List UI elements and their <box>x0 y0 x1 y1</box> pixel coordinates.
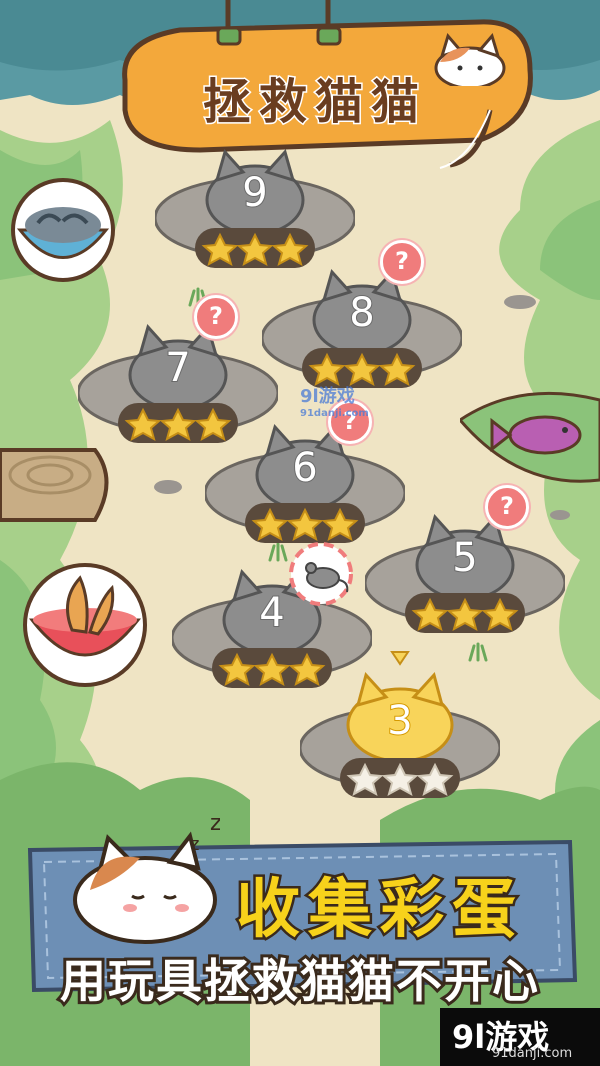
fish-bowl-icon[interactable] <box>8 175 118 285</box>
level-3[interactable]: 3 <box>300 650 500 798</box>
fried-shrimp-bowl-icon[interactable] <box>20 560 150 690</box>
mouse-toy-icon[interactable] <box>285 538 357 610</box>
svg-text:z: z <box>210 811 220 836</box>
level-3-number: 3 <box>386 697 413 745</box>
sleeping-cat-icon: z z <box>73 811 220 944</box>
level-5-number: 5 <box>451 534 478 582</box>
peeking-cat-icon <box>434 32 506 86</box>
watermark-logo-text: 9l游戏 <box>300 386 355 407</box>
banner-headline: 收集彩蛋 <box>234 871 524 950</box>
level-8-number: 8 <box>348 289 375 337</box>
level-7-number: 7 <box>164 344 191 392</box>
level-8-hint-badge[interactable]: ? <box>380 240 424 284</box>
level-7-hint-badge[interactable]: ? <box>194 295 238 339</box>
level-8[interactable]: 8 <box>262 260 462 400</box>
brand-corner: 9l游戏 91danji.com <box>440 1008 600 1066</box>
brand-site: 91danji.com <box>492 1046 573 1061</box>
banner-subtitle: 用玩具拯救猫猫不开心 <box>57 951 541 1011</box>
watermark-site: 91danji.com <box>300 408 369 419</box>
level-9[interactable]: 9 <box>155 140 355 280</box>
level-6-number: 6 <box>291 444 318 492</box>
fish-leaf-icon[interactable] <box>460 380 600 490</box>
level-9-number: 9 <box>241 169 268 217</box>
level-5[interactable]: 5 <box>365 505 565 645</box>
watermark-logo: 9l游戏 91danji.com <box>300 382 369 419</box>
level-5-hint-badge[interactable]: ? <box>485 485 529 529</box>
